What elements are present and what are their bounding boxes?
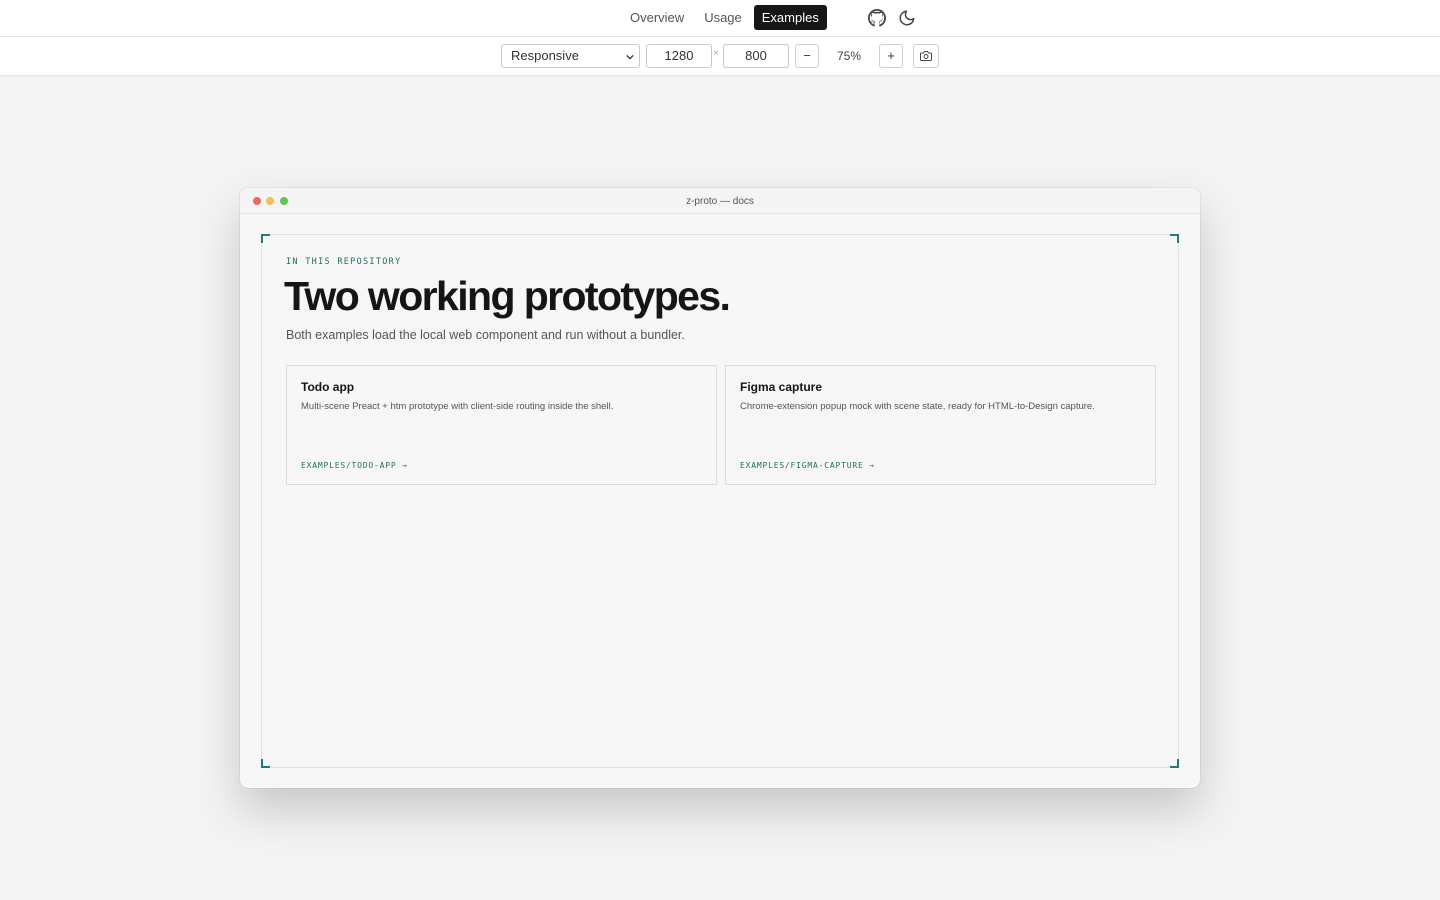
- height-input[interactable]: 800: [723, 44, 789, 68]
- content-frame: IN THIS REPOSITORY Two working prototype…: [261, 234, 1179, 768]
- card-title: Todo app: [301, 380, 355, 394]
- github-icon[interactable]: [868, 9, 886, 27]
- page-lede: Both examples load the local web compone…: [286, 328, 685, 342]
- corner-mark: [261, 234, 270, 243]
- card-description: Multi-scene Preact + htm prototype with …: [301, 401, 614, 412]
- card-link[interactable]: EXAMPLES/TODO-APP →: [301, 461, 408, 470]
- camera-icon: [920, 51, 932, 61]
- nav-tabs: Overview Usage Examples: [622, 5, 827, 30]
- corner-mark: [1170, 759, 1179, 768]
- window-title: z-proto — docs: [686, 196, 754, 207]
- example-card-figma[interactable]: Figma capture Chrome-extension popup moc…: [725, 365, 1156, 485]
- card-description: Chrome-extension popup mock with scene s…: [740, 401, 1095, 412]
- corner-mark: [261, 759, 270, 768]
- zoom-out-button[interactable]: −: [795, 44, 819, 68]
- device-select[interactable]: Responsive: [501, 44, 640, 68]
- corner-mark: [1170, 234, 1179, 243]
- card-title: Figma capture: [740, 380, 823, 394]
- device-select-value: Responsive: [511, 48, 579, 63]
- top-nav: Overview Usage Examples: [0, 0, 1440, 37]
- zoom-in-button[interactable]: +: [879, 44, 903, 68]
- section-eyebrow: IN THIS REPOSITORY: [286, 257, 402, 267]
- page-title: Two working prototypes.: [284, 273, 731, 319]
- tab-overview[interactable]: Overview: [622, 5, 692, 30]
- dimension-separator: ×: [713, 48, 719, 59]
- tab-usage[interactable]: Usage: [696, 5, 750, 30]
- card-link[interactable]: EXAMPLES/FIGMA-CAPTURE →: [740, 461, 875, 470]
- zoom-level: 75%: [836, 49, 862, 63]
- preview-window: z-proto — docs IN THIS REPOSITORY Two wo…: [240, 188, 1200, 788]
- example-card-todo[interactable]: Todo app Multi-scene Preact + htm protot…: [286, 365, 717, 485]
- moon-icon[interactable]: [898, 9, 916, 27]
- chevron-down-icon: [626, 54, 634, 60]
- device-toolbar: Responsive 1280 × 800 − 75% +: [0, 37, 1440, 76]
- window-titlebar: z-proto — docs: [240, 188, 1200, 214]
- tab-examples[interactable]: Examples: [753, 5, 827, 30]
- screenshot-button[interactable]: [913, 44, 939, 68]
- width-input[interactable]: 1280: [646, 44, 712, 68]
